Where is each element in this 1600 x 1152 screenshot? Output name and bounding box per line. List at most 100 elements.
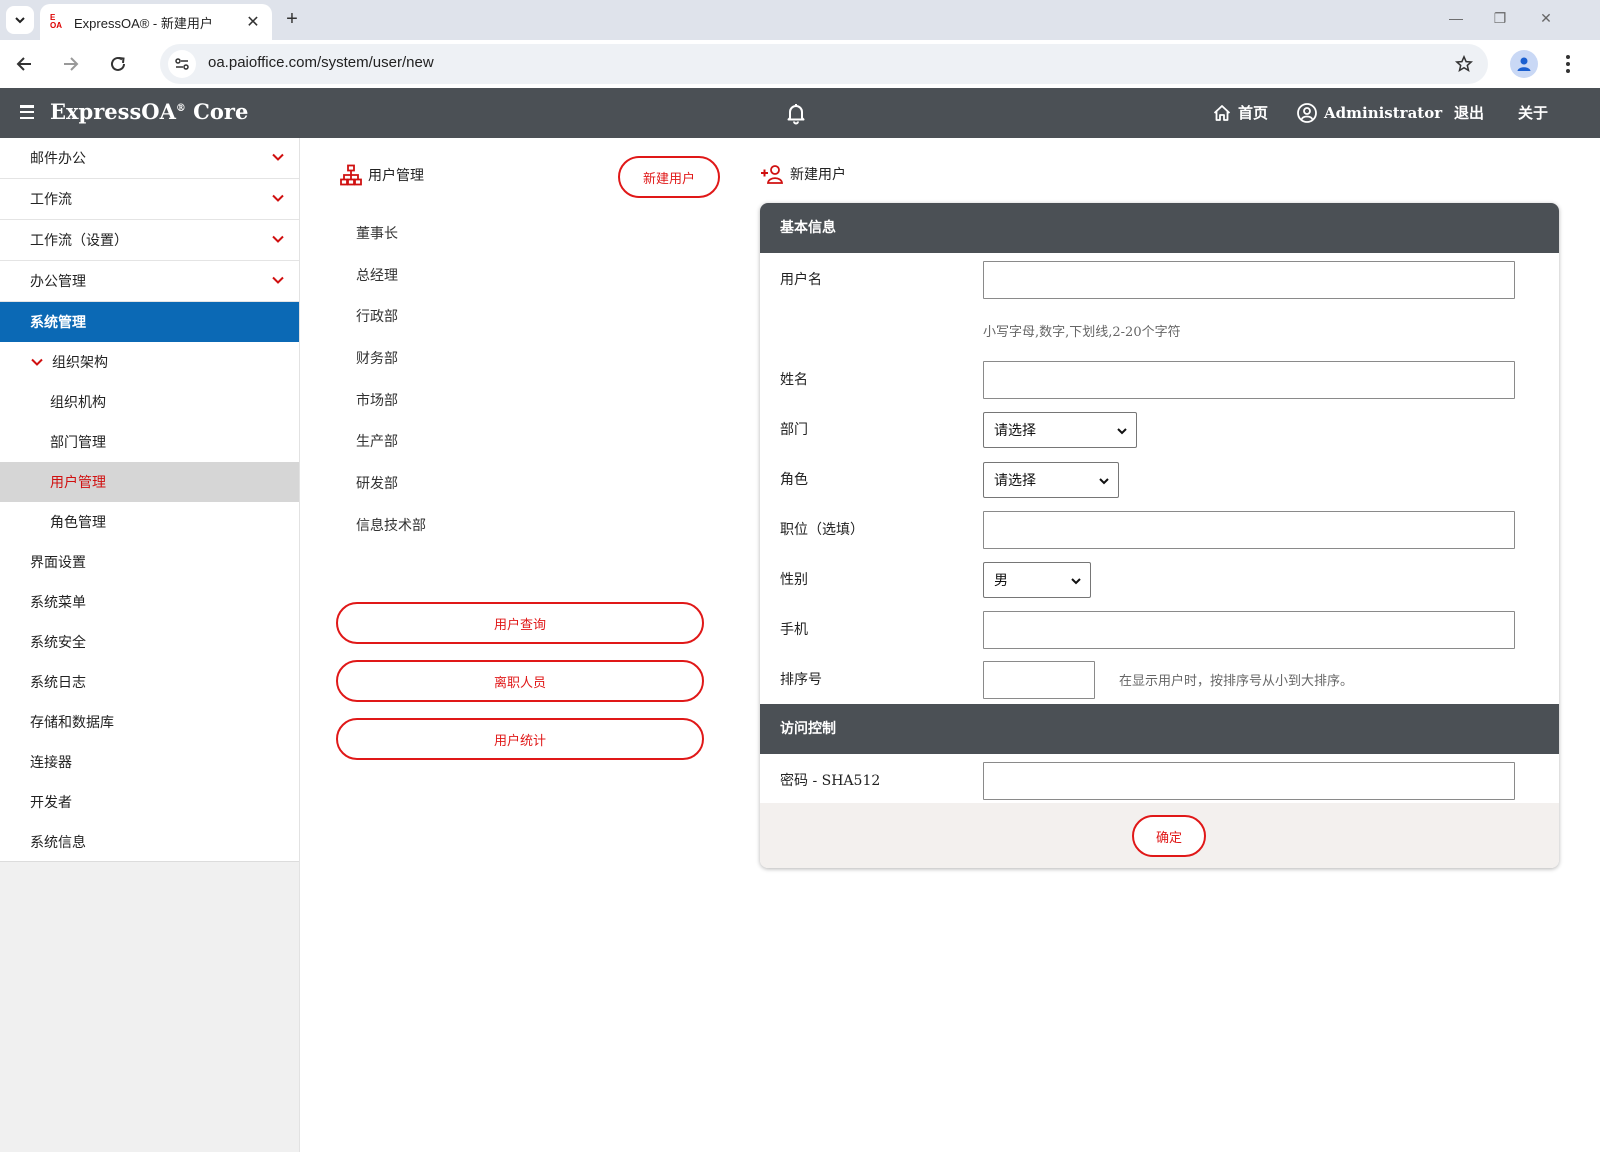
- site-info-icon[interactable]: [168, 50, 196, 78]
- sort-order-label: 排序号: [780, 672, 822, 688]
- sidebar-item-storage-database[interactable]: 存储和数据库: [0, 702, 299, 742]
- sort-order-field[interactable]: [983, 661, 1095, 699]
- department-item[interactable]: 研发部: [356, 464, 426, 506]
- sidebar-item-label: 开发者: [30, 795, 72, 811]
- sidebar-item-dept-management[interactable]: 部门管理: [0, 422, 299, 462]
- sidebar-item-office-management[interactable]: 办公管理: [0, 261, 299, 302]
- nav-about-label: 关于: [1518, 104, 1549, 122]
- password-field[interactable]: [983, 762, 1515, 800]
- new-user-heading-text: 新建用户: [790, 167, 846, 183]
- expressoa-favicon-icon: E OA: [50, 14, 66, 30]
- sidebar-item-org-units[interactable]: 组织机构: [0, 382, 299, 422]
- sidebar-item-label: 工作流: [30, 192, 72, 208]
- user-statistics-button[interactable]: 用户统计: [336, 718, 704, 760]
- sidebar-item-label: 用户管理: [50, 475, 106, 491]
- sidebar-item-ui-settings[interactable]: 界面设置: [0, 542, 299, 582]
- hamburger-menu-icon[interactable]: [20, 105, 34, 119]
- restore-icon[interactable]: ❐: [1490, 10, 1510, 30]
- gender-select[interactable]: 男: [983, 562, 1091, 598]
- chevron-down-icon: [272, 194, 284, 202]
- mobile-field[interactable]: [983, 611, 1515, 649]
- browser-menu-icon[interactable]: [1562, 50, 1574, 78]
- department-item[interactable]: 财务部: [356, 339, 426, 381]
- department-item[interactable]: 行政部: [356, 297, 426, 339]
- tab-close-icon[interactable]: ✕: [244, 12, 262, 32]
- sidebar-item-user-management[interactable]: 用户管理: [0, 462, 299, 502]
- nav-home[interactable]: 首页: [1212, 102, 1268, 123]
- add-user-icon: [761, 165, 783, 184]
- new-user-button[interactable]: 新建用户: [618, 156, 720, 198]
- department-list: 董事长 总经理 行政部 财务部 市场部 生产部 研发部 信息技术部: [356, 214, 426, 548]
- tab-search-button[interactable]: [6, 6, 34, 34]
- department-item[interactable]: 董事长: [356, 214, 426, 256]
- resigned-staff-button[interactable]: 离职人员: [336, 660, 704, 702]
- chevron-down-icon: [1117, 428, 1127, 435]
- section-basic-info: 基本信息: [760, 203, 1559, 253]
- department-select[interactable]: 请选择: [983, 412, 1137, 448]
- tab-title: ExpressOA® - 新建用户: [74, 15, 213, 31]
- profile-avatar-icon[interactable]: [1510, 50, 1538, 78]
- new-user-heading: 新建用户: [760, 164, 846, 184]
- sidebar-item-mail-office[interactable]: 邮件办公: [0, 138, 299, 179]
- sidebar-item-developer[interactable]: 开发者: [0, 782, 299, 822]
- department-item[interactable]: 总经理: [356, 256, 426, 298]
- sidebar-item-label: 系统安全: [30, 635, 86, 651]
- back-button[interactable]: [10, 50, 38, 78]
- department-item[interactable]: 市场部: [356, 381, 426, 423]
- gender-label: 性别: [780, 572, 808, 588]
- reload-icon: [111, 56, 125, 71]
- sidebar-item-workflow[interactable]: 工作流: [0, 179, 299, 220]
- nav-user-label: Administrator: [1324, 104, 1443, 122]
- bookmark-star-icon[interactable]: [1452, 52, 1476, 76]
- nav-user[interactable]: Administrator: [1296, 102, 1442, 124]
- sidebar-item-org-structure[interactable]: 组织架构: [0, 342, 299, 382]
- bell-icon[interactable]: [784, 101, 808, 125]
- section-access-control: 访问控制: [760, 704, 1559, 754]
- sidebar-item-workflow-settings[interactable]: 工作流（设置）: [0, 220, 299, 261]
- sidebar-item-label: 存储和数据库: [30, 715, 114, 731]
- sidebar-item-system-management[interactable]: 系统管理: [0, 302, 299, 342]
- sidebar-item-system-security[interactable]: 系统安全: [0, 622, 299, 662]
- sidebar-item-label: 系统菜单: [30, 595, 86, 611]
- sidebar-item-role-management[interactable]: 角色管理: [0, 502, 299, 542]
- sidebar-item-label: 组织机构: [50, 395, 106, 411]
- sidebar-item-connectors[interactable]: 连接器: [0, 742, 299, 782]
- position-field[interactable]: [983, 511, 1515, 549]
- nav-home-label: 首页: [1238, 104, 1269, 122]
- new-tab-button[interactable]: +: [280, 8, 304, 32]
- user-query-button[interactable]: 用户查询: [336, 602, 704, 644]
- username-label: 用户名: [780, 272, 822, 288]
- sidebar-item-system-menu[interactable]: 系统菜单: [0, 582, 299, 622]
- sort-order-hint: 在显示用户时，按排序号从小到大排序。: [1119, 674, 1354, 689]
- browser-tab-active[interactable]: E OA ExpressOA® - 新建用户 ✕: [40, 4, 272, 40]
- role-select[interactable]: 请选择: [983, 462, 1119, 498]
- chevron-down-icon: [272, 235, 284, 243]
- address-bar[interactable]: oa.paioffice.com/system/user/new: [160, 44, 1488, 84]
- app-header: ExpressOA® Core 首页 Administrator 退出 关于: [0, 88, 1600, 138]
- arrow-right-icon: [64, 57, 79, 71]
- confirm-button[interactable]: 确定: [1132, 815, 1206, 857]
- home-icon: [1213, 104, 1231, 121]
- sidebar-item-system-log[interactable]: 系统日志: [0, 662, 299, 702]
- role-select-value: 请选择: [994, 472, 1036, 488]
- mobile-label: 手机: [780, 622, 808, 638]
- nav-logout-label: 退出: [1454, 104, 1485, 122]
- minimize-icon[interactable]: —: [1446, 10, 1466, 30]
- sidebar: 邮件办公 工作流 工作流（设置） 办公管理 系统管理 组织架构 组织机构 部门管…: [0, 138, 300, 1152]
- nav-logout[interactable]: 退出: [1454, 102, 1484, 123]
- favicon-text-bottom: OA: [50, 21, 62, 30]
- username-field[interactable]: [983, 261, 1515, 299]
- url-text[interactable]: oa.paioffice.com/system/user/new: [208, 54, 434, 71]
- chevron-down-icon: [15, 17, 25, 24]
- sidebar-item-label: 部门管理: [50, 435, 106, 451]
- sidebar-item-system-info[interactable]: 系统信息: [0, 822, 299, 862]
- forward-button[interactable]: [57, 50, 85, 78]
- name-field[interactable]: [983, 361, 1515, 399]
- app-brand[interactable]: ExpressOA® Core: [50, 99, 248, 124]
- close-window-icon[interactable]: ✕: [1536, 10, 1556, 30]
- reload-button[interactable]: [104, 50, 132, 78]
- arrow-left-icon: [16, 57, 31, 71]
- nav-about[interactable]: 关于: [1518, 102, 1548, 123]
- department-item[interactable]: 信息技术部: [356, 506, 426, 548]
- department-item[interactable]: 生产部: [356, 422, 426, 464]
